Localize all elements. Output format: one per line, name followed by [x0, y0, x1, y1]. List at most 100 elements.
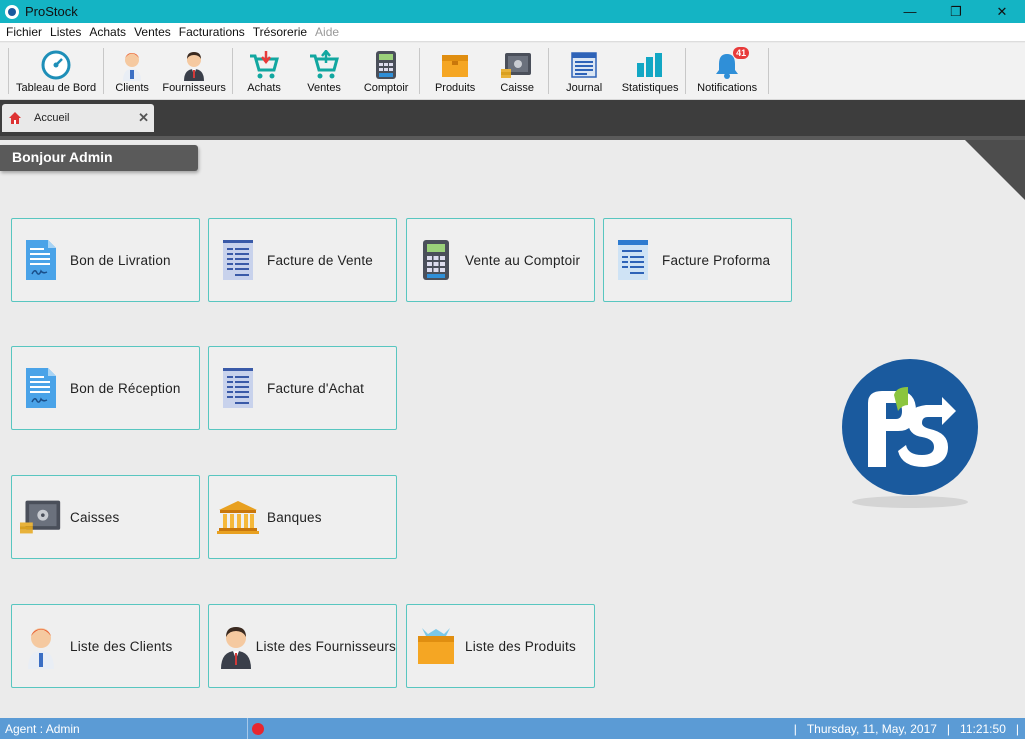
dashboard-button[interactable]: Tableau de Bord — [11, 43, 101, 97]
tile-products-list[interactable]: Liste des Produits — [406, 604, 595, 688]
counter-button[interactable]: Comptoir — [355, 43, 417, 97]
app-logo-icon — [5, 4, 19, 19]
tile-label: Bon de Réception — [70, 380, 181, 396]
toolbar-separator — [548, 48, 550, 94]
safe-icon — [501, 49, 533, 81]
proforma-document-icon — [612, 236, 654, 284]
tile-label: Facture d'Achat — [267, 380, 365, 396]
box-icon — [439, 49, 471, 81]
client-person-icon — [116, 49, 148, 81]
journal-list-icon — [568, 49, 600, 81]
tab-strip: Accueil ✕ — [0, 100, 1025, 136]
suppliers-button[interactable]: Fournisseurs — [158, 43, 230, 97]
tile-clients-list[interactable]: Liste des Clients — [11, 604, 200, 688]
status-date: Thursday, 11, May, 2017 — [806, 721, 937, 736]
invoice-document-icon — [217, 364, 259, 412]
clients-button[interactable]: Clients — [106, 43, 158, 97]
cashbox-button[interactable]: Caisse — [488, 43, 546, 97]
menu-tresorerie[interactable]: Trésorerie — [249, 25, 311, 39]
menu-facturations[interactable]: Facturations — [175, 25, 249, 39]
counter-label: Comptoir — [363, 82, 409, 94]
toolbar-separator — [103, 48, 105, 94]
greeting-banner: Bonjour Admin — [0, 145, 198, 171]
menu-listes[interactable]: Listes — [46, 25, 85, 39]
journal-button[interactable]: Journal — [551, 43, 617, 97]
tile-suppliers-list[interactable]: Liste des Fournisseurs — [208, 604, 397, 688]
cashbox-label: Caisse — [500, 82, 534, 94]
notifications-button[interactable]: 41 Notifications — [688, 43, 766, 97]
notifications-label: Notifications — [697, 82, 758, 94]
toolbar: Tableau de Bord Clients Fournisseurs Ach… — [0, 43, 1025, 100]
minimize-button[interactable]: — — [887, 0, 933, 23]
sales-button[interactable]: Ventes — [293, 43, 355, 97]
tile-label: Liste des Fournisseurs — [255, 638, 396, 654]
toolbar-separator — [768, 48, 770, 94]
supplier-person-icon — [217, 622, 256, 670]
connection-status-icon — [252, 722, 264, 735]
menu-achats[interactable]: Achats — [85, 25, 130, 39]
tile-banks[interactable]: Banques — [208, 475, 397, 559]
tile-cashboxes[interactable]: Caisses — [11, 475, 200, 559]
tile-label: Bon de Livration — [70, 252, 171, 268]
status-time: 11:21:50 — [960, 721, 1006, 736]
tile-purchase-invoice[interactable]: Facture d'Achat — [208, 346, 397, 430]
menu-aide[interactable]: Aide — [311, 25, 343, 39]
bank-building-icon — [217, 493, 259, 541]
payment-terminal-icon — [415, 236, 457, 284]
toolbar-separator — [232, 48, 234, 94]
tile-label: Caisses — [70, 509, 120, 525]
purchases-button[interactable]: Achats — [235, 43, 293, 97]
maximize-button[interactable]: ❐ — [933, 0, 979, 23]
products-button[interactable]: Produits — [422, 43, 488, 97]
box-icon — [415, 622, 457, 670]
prostock-logo — [842, 359, 978, 508]
signed-document-icon — [20, 364, 62, 412]
corner-decoration — [965, 140, 1025, 200]
payment-terminal-icon — [370, 49, 402, 81]
safe-icon — [20, 493, 62, 541]
tab-accueil[interactable]: Accueil ✕ — [2, 104, 154, 132]
tile-delivery-note[interactable]: Bon de Livration — [11, 218, 200, 302]
home-icon — [9, 112, 21, 124]
toolbar-separator — [419, 48, 421, 94]
signed-document-icon — [20, 236, 62, 284]
status-separator: | — [1015, 721, 1019, 736]
status-agent: Agent : Admin — [0, 718, 248, 739]
menu-fichier[interactable]: Fichier — [2, 25, 46, 39]
products-label: Produits — [434, 82, 476, 94]
tile-label: Banques — [267, 509, 322, 525]
tab-label: Accueil — [34, 112, 70, 124]
bell-icon: 41 — [711, 47, 750, 81]
stats-label: Statistiques — [621, 82, 679, 94]
bar-chart-icon — [634, 49, 666, 81]
stats-button[interactable]: Statistiques — [617, 43, 683, 97]
clients-label: Clients — [115, 82, 149, 94]
tab-close-button[interactable]: ✕ — [138, 110, 149, 126]
menu-bar: Fichier Listes Achats Ventes Facturation… — [0, 23, 1025, 42]
tile-label: Liste des Clients — [70, 638, 173, 654]
tile-proforma[interactable]: Facture Proforma — [603, 218, 792, 302]
cart-upload-icon — [308, 49, 340, 81]
toolbar-separator — [685, 48, 687, 94]
status-bar: Agent : Admin | Thursday, 11, May, 2017 … — [0, 718, 1025, 739]
purchases-label: Achats — [247, 82, 281, 94]
window-title: ProStock — [25, 4, 78, 19]
tile-label: Facture Proforma — [662, 252, 771, 268]
suppliers-label: Fournisseurs — [162, 82, 226, 94]
tile-label: Facture de Vente — [267, 252, 374, 268]
title-bar: ProStock — ❐ ✕ — [0, 0, 1025, 23]
tile-receipt-note[interactable]: Bon de Réception — [11, 346, 200, 430]
supplier-person-icon — [178, 49, 210, 81]
tile-counter-sale[interactable]: Vente au Comptoir — [406, 218, 595, 302]
status-separator: | — [946, 721, 951, 736]
menu-ventes[interactable]: Ventes — [130, 25, 175, 39]
status-separator: | — [793, 721, 797, 736]
dashboard-label: Tableau de Bord — [16, 82, 97, 94]
tile-sales-invoice[interactable]: Facture de Vente — [208, 218, 397, 302]
close-button[interactable]: ✕ — [979, 0, 1025, 23]
sales-label: Ventes — [307, 82, 341, 94]
journal-label: Journal — [566, 82, 603, 94]
client-person-icon — [20, 622, 62, 670]
tile-label: Liste des Produits — [465, 638, 576, 654]
invoice-document-icon — [217, 236, 259, 284]
